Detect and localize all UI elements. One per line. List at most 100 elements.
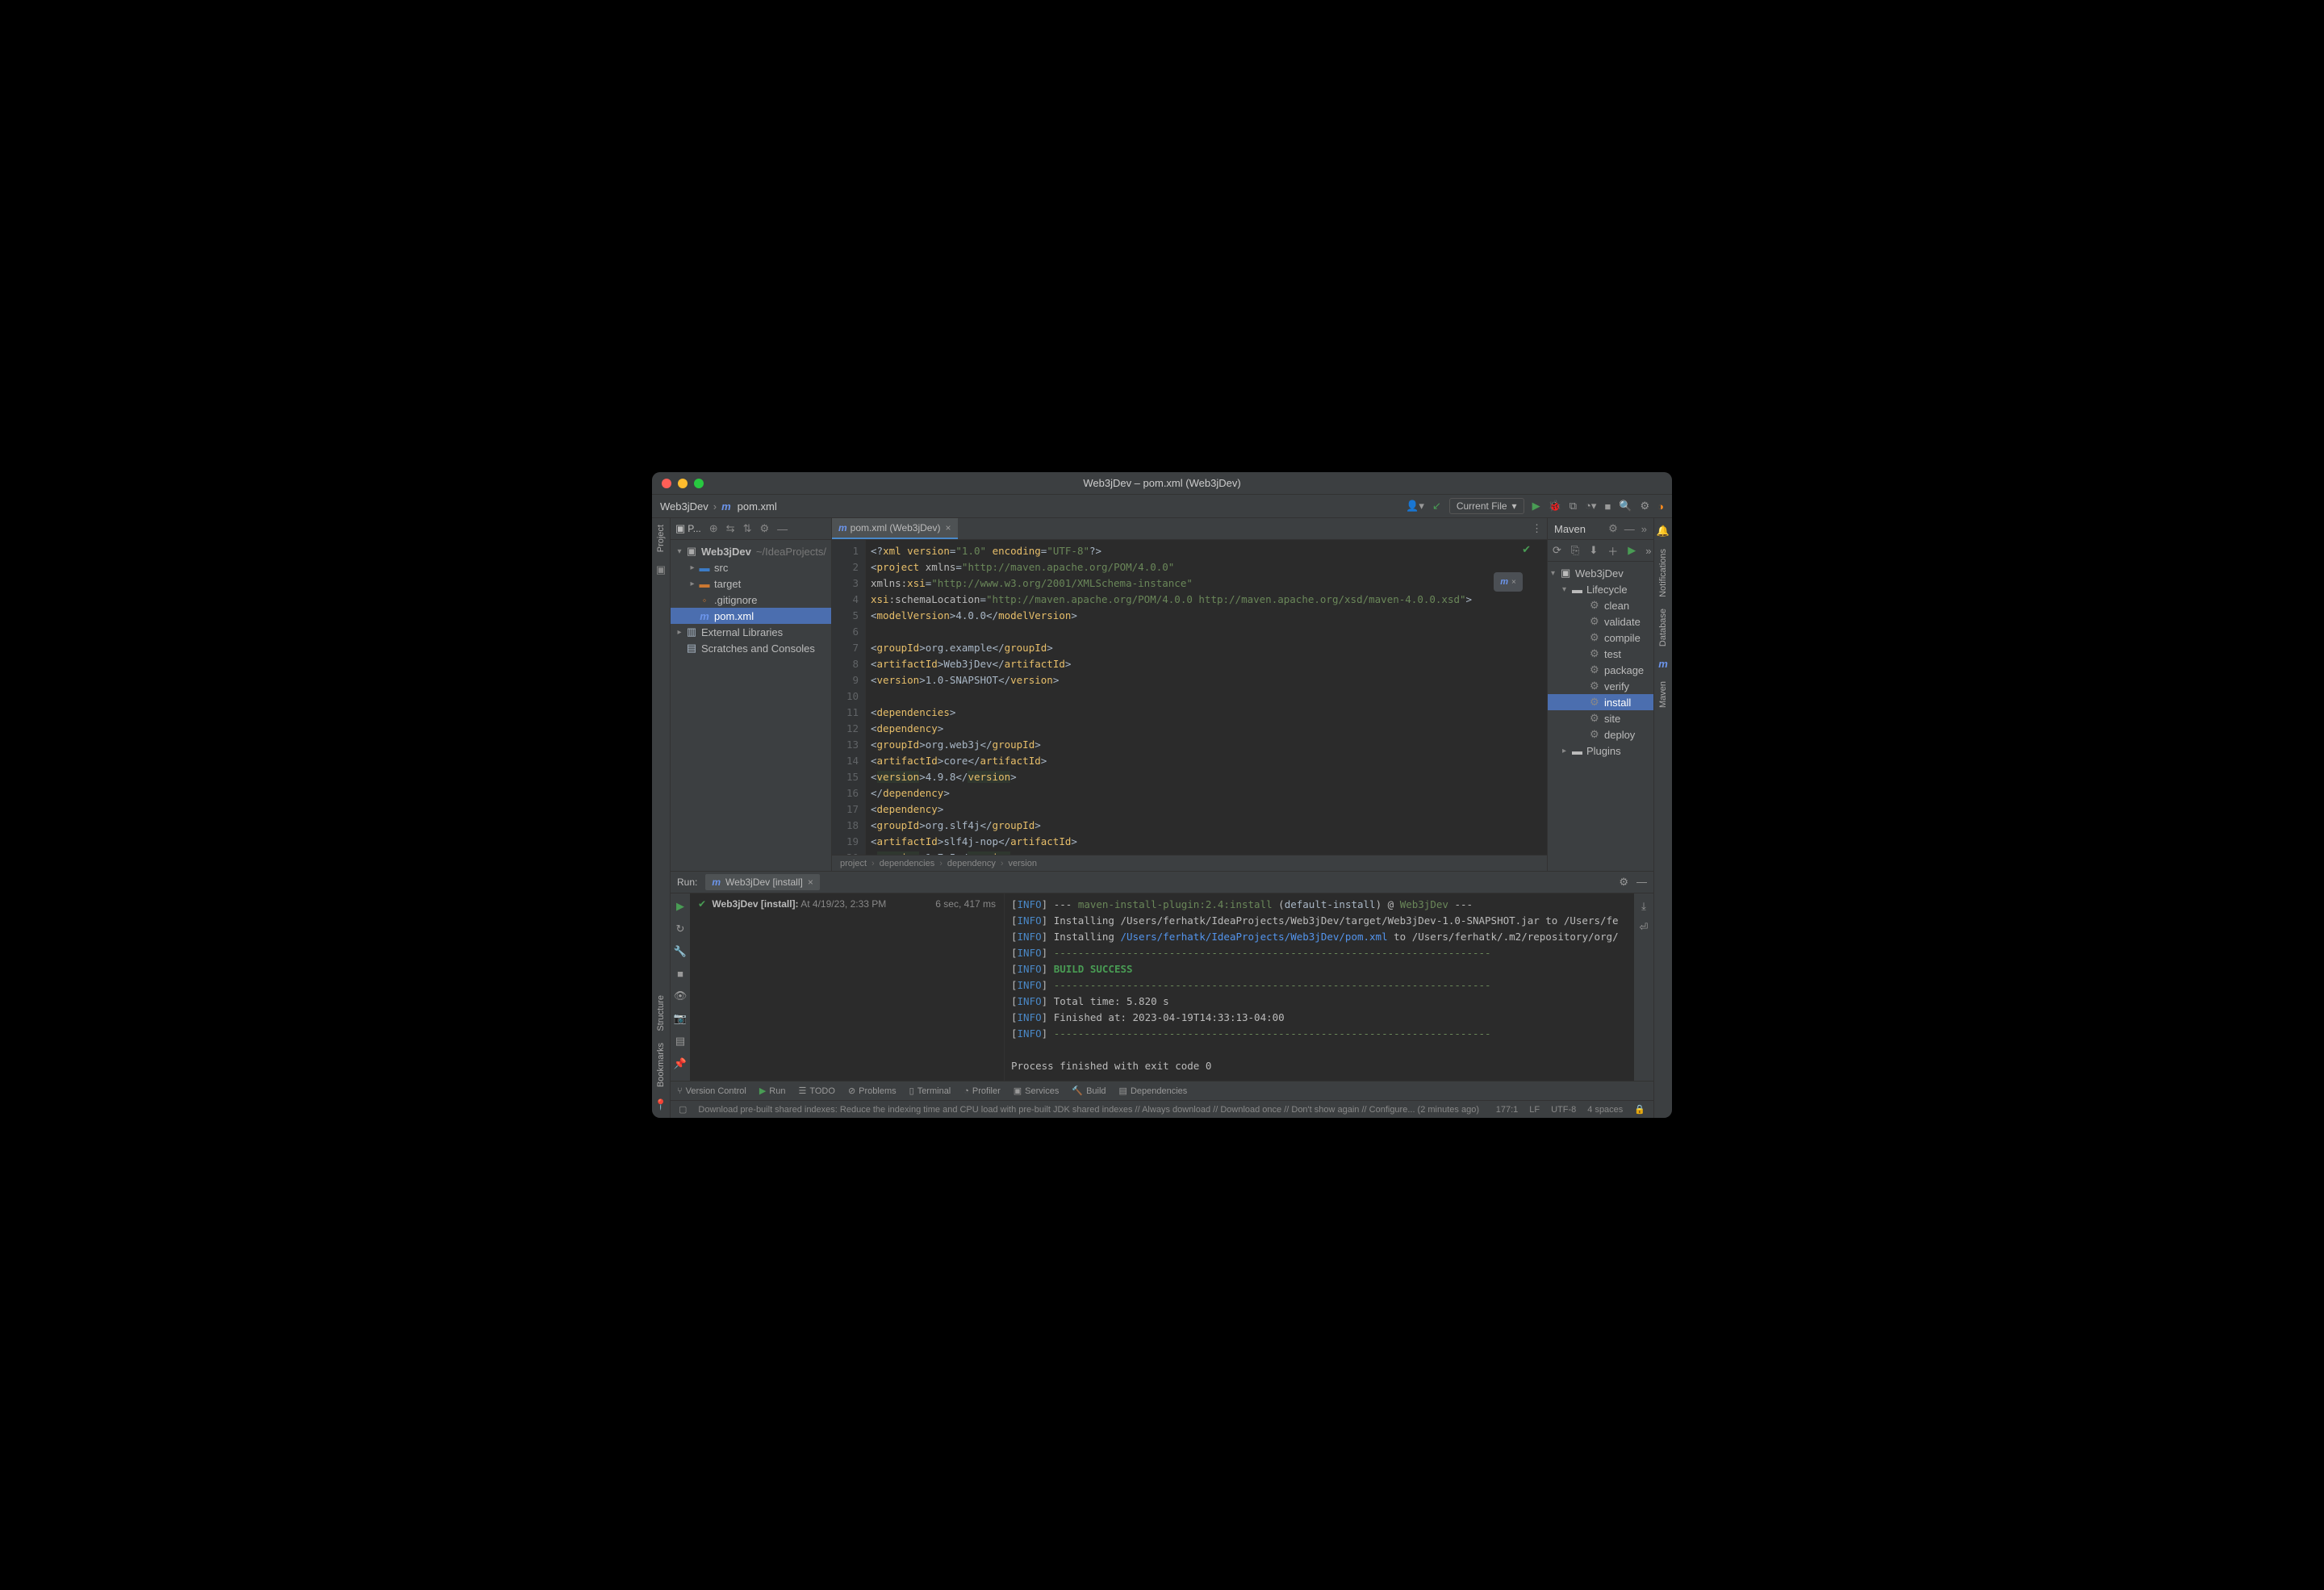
commit-icon[interactable]: ▣ [656,563,666,576]
run-configuration-selector[interactable]: Current File▾ [1449,498,1524,514]
hide-panel-icon[interactable]: — [777,523,788,535]
rerun-icon[interactable]: ▶ [676,900,684,913]
crumb-item[interactable]: version [1009,859,1037,868]
structure-tool-tab[interactable]: Structure [656,995,666,1031]
maven-tree-item[interactable]: ⚙clean [1548,597,1653,613]
soft-wrap-icon[interactable]: ⏎ [1640,921,1649,934]
add-icon[interactable]: ＋ [1607,543,1618,559]
layout-icon[interactable]: ▤ [675,1035,685,1048]
hide-run-icon[interactable]: — [1636,876,1647,889]
close-tab-icon[interactable]: × [808,877,813,888]
crumb-item[interactable]: dependencies [880,859,935,868]
breadcrumb-project[interactable]: Web3jDev [660,500,708,513]
build-tab[interactable]: 🔨 Build [1072,1086,1106,1096]
expand-icon[interactable]: » [1641,523,1647,535]
profiler-icon[interactable]: ◔▾ [1585,500,1596,513]
run-tab[interactable]: ▶ Run [759,1086,786,1096]
scroll-to-end-icon[interactable]: ⤓ [1641,900,1646,913]
crumb-item[interactable]: project [840,859,867,868]
panel-settings-icon[interactable]: ⚙ [759,522,769,535]
notifications-icon[interactable]: 🔔 [1657,525,1670,538]
maven-tree-item[interactable]: ⚙site [1548,710,1653,726]
database-tool-tab[interactable]: Database [1658,609,1668,646]
maven-tree-item[interactable]: ⚙deploy [1548,726,1653,743]
stop-button-icon[interactable]: ■ [1604,500,1611,513]
maven-tree-item[interactable]: ▾▣Web3jDev [1548,565,1653,581]
profiler-tab[interactable]: ◔ Profiler [963,1086,1001,1096]
run-tab[interactable]: m Web3jDev [install] × [705,874,820,890]
problems-tab[interactable]: ⊘ Problems [848,1086,897,1096]
dependencies-tab[interactable]: ▤ Dependencies [1119,1086,1188,1096]
bookmarks-tool-tab[interactable]: Bookmarks [656,1043,666,1087]
tree-root[interactable]: ▾ ▣ Web3jDev ~/IdeaProjects/ [671,543,831,559]
maven-tree-item[interactable]: ⚙test [1548,646,1653,662]
download-icon[interactable]: ⬇ [1589,544,1598,557]
user-icon[interactable]: 👤▾ [1406,500,1424,513]
inspection-ok-icon[interactable]: ✔ [1522,543,1531,556]
wrench-icon[interactable]: 🔧 [674,945,687,958]
more-icon[interactable]: » [1645,545,1651,557]
expand-icon[interactable]: ⇅ [743,522,752,535]
tree-item-ext-libs[interactable]: ▸ ▥ External Libraries [671,624,831,640]
ide-logo-icon[interactable]: ◑ [1657,500,1664,513]
tree-item-target[interactable]: ▸ ▬ target [671,575,831,592]
stop-icon[interactable]: ■ [677,968,683,980]
view-icon[interactable]: 👁 [674,990,688,1002]
version-control-tab[interactable]: ⑂ Version Control [677,1086,746,1096]
maven-tree-item[interactable]: ▾▬Lifecycle [1548,581,1653,597]
terminal-tab[interactable]: ▯ Terminal [909,1086,951,1096]
indent-setting[interactable]: 4 spaces [1587,1105,1623,1115]
gear-icon[interactable]: ⚙ [1608,522,1618,535]
generate-sources-icon[interactable]: ⎘ [1571,544,1579,557]
close-tab-icon[interactable]: × [945,522,951,533]
refresh-icon[interactable]: ⟳ [1553,544,1561,557]
pin-icon[interactable]: 📌 [674,1057,687,1070]
maximize-window-button[interactable] [694,479,704,488]
services-tab[interactable]: ▣ Services [1014,1086,1060,1096]
code-editor[interactable]: <?xml version="1.0" encoding="UTF-8"?><p… [866,540,1547,855]
file-encoding[interactable]: UTF-8 [1551,1105,1576,1115]
crumb-item[interactable]: dependency [947,859,996,868]
status-message[interactable]: Download pre-built shared indexes: Reduc… [698,1105,1484,1115]
line-separator[interactable]: LF [1529,1105,1540,1115]
editor-tab-pom[interactable]: m pom.xml (Web3jDev) × [832,518,958,539]
todo-tab[interactable]: ☰ TODO [798,1086,834,1096]
caret-position[interactable]: 177:1 [1496,1105,1519,1115]
maven-tree-item[interactable]: ⚙validate [1548,613,1653,630]
statusbar-square-icon[interactable]: ▢ [679,1104,687,1115]
tree-item-scratches[interactable]: ▤ Scratches and Consoles [671,640,831,656]
coverage-icon[interactable]: ⧉ [1570,500,1577,513]
floating-pom-badge[interactable]: m × [1494,572,1523,592]
debug-button-icon[interactable]: 🐞 [1549,500,1561,513]
tab-actions-icon[interactable]: ⋮ [1532,522,1542,535]
hide-panel-icon[interactable]: — [1624,523,1635,535]
breadcrumb-file[interactable]: pom.xml [738,500,777,513]
build-hammer-back-icon[interactable]: ↙ [1432,500,1441,513]
maven-tree-item[interactable]: ▸▬Plugins [1548,743,1653,759]
project-tool-tab[interactable]: Project [656,525,666,552]
notifications-tool-tab[interactable]: Notifications [1658,549,1668,597]
run-settings-icon[interactable]: ⚙ [1619,876,1628,889]
close-window-button[interactable] [662,479,671,488]
camera-icon[interactable]: 📷 [674,1012,687,1025]
tree-item-src[interactable]: ▸ ▬ src [671,559,831,575]
pin-icon[interactable]: 📍 [654,1098,667,1111]
lock-icon[interactable]: 🔒 [1634,1104,1645,1115]
maven-tree-item[interactable]: ⚙compile [1548,630,1653,646]
close-icon[interactable]: × [1511,578,1516,587]
run-icon[interactable]: ▶ [1628,544,1636,557]
project-view-selector[interactable]: ▣ P... [675,522,701,535]
collapse-all-icon[interactable]: ⇆ [726,522,735,535]
settings-gear-icon[interactable]: ⚙ [1640,500,1649,513]
editor-breadcrumbs[interactable]: project›dependencies›dependency›version [832,855,1547,871]
run-button-icon[interactable]: ▶ [1532,500,1540,513]
tree-item-gitignore[interactable]: ◦ .gitignore [671,592,831,608]
maven-tool-tab[interactable]: Maven [1658,681,1668,708]
search-icon[interactable]: 🔍 [1619,500,1632,513]
maven-tree-item[interactable]: ⚙verify [1548,678,1653,694]
maven-tree-item[interactable]: ⚙package [1548,662,1653,678]
minimize-window-button[interactable] [678,479,688,488]
tree-item-pom[interactable]: m pom.xml [671,608,831,624]
rerun-failed-icon[interactable]: ↻ [676,923,685,935]
target-icon[interactable]: ⊕ [709,522,718,535]
